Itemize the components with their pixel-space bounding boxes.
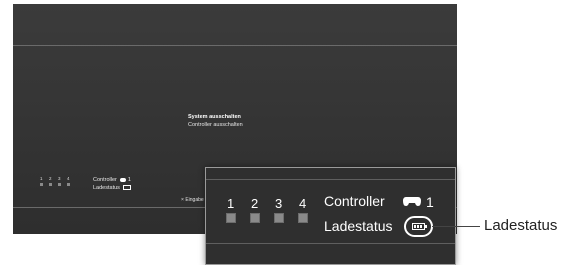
gamepad-icon bbox=[120, 177, 127, 182]
top-divider bbox=[13, 45, 457, 46]
port-number: 1 bbox=[227, 196, 235, 211]
port-indicator bbox=[40, 183, 43, 186]
port-number: 2 bbox=[49, 176, 52, 181]
port-indicator bbox=[67, 183, 70, 186]
port-indicator bbox=[298, 213, 308, 223]
battery-icon bbox=[123, 185, 132, 191]
port-number: 3 bbox=[275, 196, 283, 211]
enter-hint-label: Eingabe bbox=[185, 197, 204, 203]
controller-number: 1 bbox=[426, 194, 434, 210]
port-indicator bbox=[274, 213, 284, 223]
battery-level-bar bbox=[414, 225, 416, 228]
enter-hint: × Eingabe bbox=[181, 197, 204, 203]
controller-label: Controller bbox=[93, 177, 117, 183]
zoom-panel: 1 2 3 4 Controller 1 Ladestatus bbox=[205, 167, 456, 265]
controller-number: 1 bbox=[127, 177, 131, 183]
charge-label: Ladestatus bbox=[324, 218, 393, 234]
port-indicator bbox=[49, 183, 52, 186]
port-indicator bbox=[226, 213, 236, 223]
port-number: 3 bbox=[58, 176, 61, 181]
port-indicator bbox=[58, 183, 61, 186]
menu-item-controller-off[interactable]: Controller ausschalten bbox=[188, 121, 243, 129]
controller-label: Controller bbox=[324, 193, 385, 209]
menu-item-system-off[interactable]: System ausschalten bbox=[188, 113, 243, 121]
port-indicator bbox=[250, 213, 260, 223]
charge-label: Ladestatus bbox=[93, 185, 120, 191]
port-number: 4 bbox=[299, 196, 307, 211]
zoom-bottom-divider bbox=[206, 243, 455, 244]
battery-level-bar bbox=[417, 225, 419, 228]
port-number: 4 bbox=[67, 176, 70, 181]
battery-highlight-ring bbox=[404, 216, 433, 237]
battery-level-bar bbox=[420, 225, 422, 228]
controller-info-small: Controller 1 Ladestatus bbox=[93, 176, 132, 192]
cross-button-icon: × bbox=[181, 197, 184, 203]
power-menu: System ausschalten Controller ausschalte… bbox=[188, 113, 243, 129]
port-number: 2 bbox=[251, 196, 259, 211]
zoom-top-divider bbox=[206, 179, 455, 180]
callout-label: Ladestatus bbox=[484, 217, 558, 234]
battery-icon bbox=[412, 223, 427, 230]
gamepad-icon bbox=[403, 197, 421, 206]
port-number: 1 bbox=[40, 176, 43, 181]
callout-line bbox=[432, 226, 480, 227]
